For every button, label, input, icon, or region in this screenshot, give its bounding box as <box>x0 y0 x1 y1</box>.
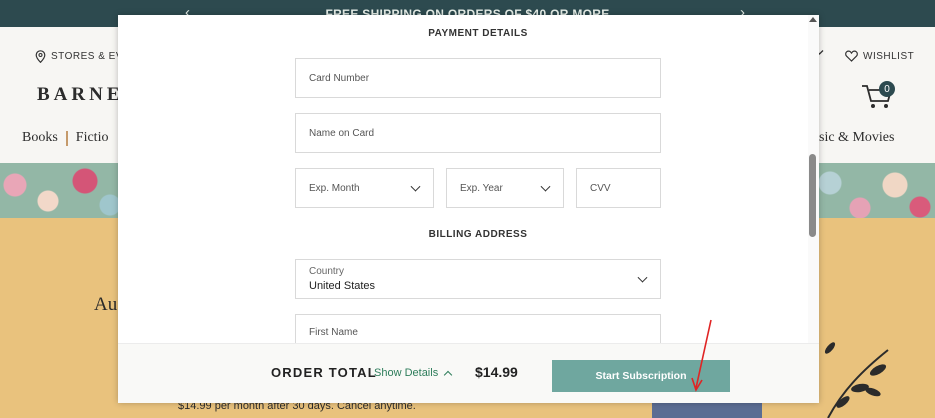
scroll-up-arrow-icon[interactable] <box>809 17 817 22</box>
country-value: United States <box>309 280 376 292</box>
order-total-price: $14.99 <box>475 364 518 380</box>
nav-item-music-movies[interactable]: usic & Movies <box>812 130 894 146</box>
country-label: Country <box>309 266 345 277</box>
nav-item-fiction[interactable]: Fictio <box>76 130 109 146</box>
card-number-placeholder: Card Number <box>309 72 370 84</box>
show-details-link[interactable]: Show Details <box>374 367 453 379</box>
cvv-placeholder: CVV <box>590 182 611 194</box>
name-on-card-placeholder: Name on Card <box>309 127 375 139</box>
annotation-arrow-icon <box>691 319 712 392</box>
billing-address-title: BILLING ADDRESS <box>428 229 528 240</box>
card-number-field[interactable]: Card Number <box>295 58 661 98</box>
site-logo[interactable]: BARNE <box>37 84 124 106</box>
show-details-label: Show Details <box>374 367 439 379</box>
chevron-down-icon <box>540 181 551 192</box>
exp-year-select[interactable]: Exp. Year <box>446 168 564 208</box>
cart-count-badge: 0 <box>879 81 895 97</box>
location-pin-icon <box>35 50 46 63</box>
wishlist-label: WISHLIST <box>863 50 915 62</box>
scrollbar-thumb[interactable] <box>809 154 816 237</box>
main-nav: Books Fictio <box>22 130 108 146</box>
nav-item-books[interactable]: Books <box>22 130 58 146</box>
heart-icon <box>845 50 858 62</box>
exp-month-select[interactable]: Exp. Month <box>295 168 434 208</box>
first-name-placeholder: First Name <box>309 327 358 338</box>
plant-illustration <box>824 342 889 418</box>
exp-year-placeholder: Exp. Year <box>460 182 503 194</box>
chevron-down-icon <box>637 272 648 283</box>
chevron-down-icon <box>410 181 421 192</box>
order-total-label: ORDER TOTAL <box>271 365 377 380</box>
stores-events-link[interactable]: STORES & EVE <box>35 50 130 63</box>
country-select[interactable]: Country United States <box>295 259 661 299</box>
promo-heading: Au <box>94 294 118 315</box>
payment-details-title: PAYMENT DETAILS <box>428 28 528 39</box>
wishlist-link[interactable]: WISHLIST <box>845 50 914 62</box>
book-cover-image <box>652 403 762 418</box>
exp-month-placeholder: Exp. Month <box>309 182 360 194</box>
name-on-card-field[interactable]: Name on Card <box>295 113 661 153</box>
cvv-field[interactable]: CVV <box>576 168 661 208</box>
nav-divider <box>65 130 68 146</box>
chevron-up-icon <box>443 370 453 379</box>
